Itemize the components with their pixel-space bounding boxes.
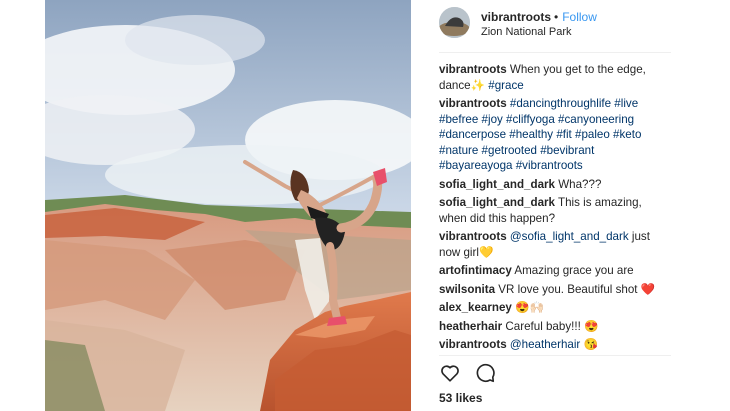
avatar[interactable] xyxy=(439,7,470,38)
comment-username[interactable]: sofia_light_and_dark xyxy=(439,178,555,191)
comment: heatherhair Careful baby!!! 😍 xyxy=(439,319,671,335)
post-side-panel: vibrantroots • Follow Zion National Park v… xyxy=(439,0,671,411)
comment-username[interactable]: heatherhair xyxy=(439,320,502,333)
comment-username[interactable]: vibrantroots xyxy=(439,338,507,351)
comment-text: Wha??? xyxy=(558,177,602,191)
comment: swilsonita VR love you. Beautiful shot ❤… xyxy=(439,282,671,298)
comment-username[interactable]: artofintimacy xyxy=(439,264,512,277)
heart-outline-icon[interactable] xyxy=(439,362,461,389)
comment: sofia_light_and_dark This is amazing, wh… xyxy=(439,195,671,226)
post-photo[interactable] xyxy=(45,0,411,411)
comment-username[interactable]: vibrantroots xyxy=(439,63,507,76)
comment-text: Careful baby!!! 😍 xyxy=(505,319,599,333)
likes-count[interactable]: 53 likes xyxy=(439,391,482,405)
hashtag[interactable]: #grace xyxy=(488,79,523,92)
comments-list: vibrantroots When you get to the edge, d… xyxy=(439,62,671,356)
post-header: vibrantroots • Follow Zion National Park xyxy=(439,6,671,50)
comment-username[interactable]: sofia_light_and_dark xyxy=(439,196,555,209)
comment: alex_kearney 😍🙌🏻 xyxy=(439,300,671,316)
post-location[interactable]: Zion National Park xyxy=(481,26,572,38)
mention-link[interactable]: @sofia_light_and_dark xyxy=(510,230,629,243)
comment-text: VR love you. Beautiful shot ❤️ xyxy=(498,282,656,296)
comment: vibrantroots @heatherhair 😘 xyxy=(439,337,671,353)
follow-button[interactable]: Follow xyxy=(562,10,597,24)
comment: vibrantroots When you get to the edge, d… xyxy=(439,62,671,93)
header-divider xyxy=(439,52,671,53)
comment: sofia_light_and_dark Wha??? xyxy=(439,177,671,193)
separator-dot: • xyxy=(554,10,559,24)
comment: artofintimacy Amazing grace you are xyxy=(439,263,671,279)
comment-username[interactable]: vibrantroots xyxy=(439,230,507,243)
comment: vibrantroots @sofia_light_and_dark just … xyxy=(439,229,671,260)
post-username[interactable]: vibrantroots xyxy=(481,10,551,24)
post-actions xyxy=(439,362,671,386)
speech-bubble-icon[interactable] xyxy=(474,362,496,389)
comment-text: 😍🙌🏻 xyxy=(515,301,544,314)
mention-link[interactable]: @heatherhair xyxy=(510,338,580,351)
username-row: vibrantroots • Follow xyxy=(481,10,597,24)
comment-username[interactable]: vibrantroots xyxy=(439,97,507,110)
comment-text: 😘 xyxy=(583,338,598,351)
comment-text: Amazing grace you are xyxy=(514,264,634,277)
comment-username[interactable]: alex_kearney xyxy=(439,301,512,314)
comment: vibrantroots #dancingthroughlife #live #… xyxy=(439,96,671,174)
comment-username[interactable]: swilsonita xyxy=(439,283,495,296)
actions-divider xyxy=(439,355,671,356)
